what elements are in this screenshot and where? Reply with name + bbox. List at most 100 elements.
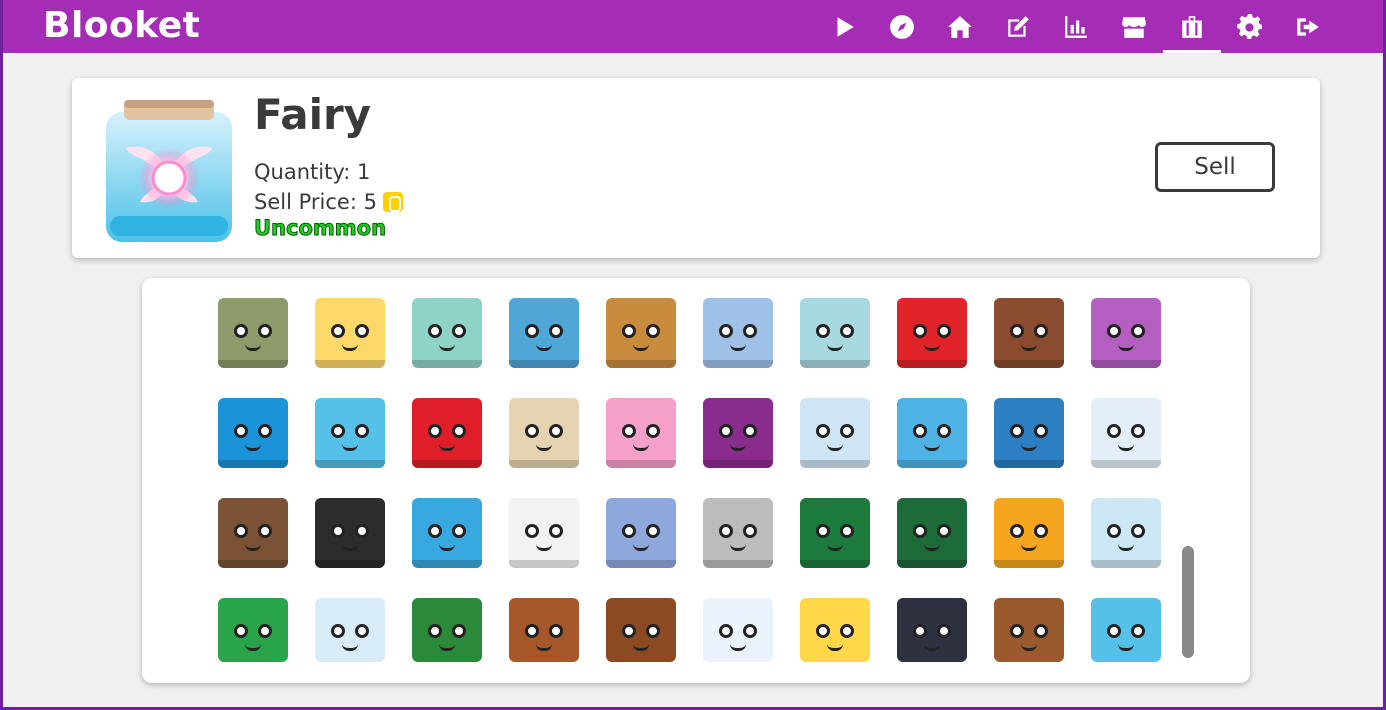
- blook-mouth: [342, 544, 358, 551]
- logout-icon: [1297, 17, 1319, 36]
- blook-eye: [646, 624, 660, 638]
- blook-eye: [622, 424, 636, 438]
- blook-eye: [913, 524, 927, 538]
- blook-frog[interactable]: [315, 398, 385, 468]
- blook-base: [218, 460, 288, 468]
- blook-eye: [743, 524, 757, 538]
- blook-eye: [1010, 624, 1024, 638]
- blook-mouth: [924, 444, 940, 451]
- blook-base: [800, 460, 870, 468]
- blook-mouth: [536, 644, 552, 651]
- blook-eye: [452, 424, 466, 438]
- blook-eye: [549, 624, 563, 638]
- blook-wreath[interactable]: [412, 598, 482, 662]
- blook-santa-claus[interactable]: [800, 598, 870, 662]
- blook-eye: [646, 524, 660, 538]
- blook-lemur[interactable]: [703, 498, 773, 568]
- blook-eye: [743, 424, 757, 438]
- blook-eye: [840, 624, 854, 638]
- blook-clownfish[interactable]: [218, 398, 288, 468]
- blook-eye: [452, 524, 466, 538]
- blook-computer-robot[interactable]: [509, 298, 579, 368]
- blook-eye: [743, 324, 757, 338]
- blook-eye: [816, 324, 830, 338]
- blook-red-robot[interactable]: [897, 298, 967, 368]
- blook-vampire-robot[interactable]: [703, 298, 773, 368]
- blook-eye: [913, 324, 927, 338]
- blook-toaster-robot[interactable]: [218, 298, 288, 368]
- blook-tenrec[interactable]: [315, 498, 385, 568]
- blook-eye: [937, 624, 951, 638]
- blook-snowman[interactable]: [703, 598, 773, 662]
- nav-blooks-button[interactable]: [1163, 0, 1221, 53]
- blook-lion[interactable]: [994, 498, 1064, 568]
- blook-gift[interactable]: [218, 598, 288, 662]
- blook-boot[interactable]: [994, 298, 1064, 368]
- nav-home-button[interactable]: [931, 0, 989, 53]
- blook-brown-lamp[interactable]: [994, 598, 1064, 662]
- scrollbar-thumb[interactable]: [1182, 546, 1194, 658]
- blook-base: [412, 360, 482, 368]
- blook-eye: [331, 424, 345, 438]
- blook-eye: [1034, 524, 1048, 538]
- blook-blue-lamp[interactable]: [897, 598, 967, 662]
- blook-peacock[interactable]: [800, 498, 870, 568]
- blook-jellyfish[interactable]: [1091, 298, 1161, 368]
- blook-baby-shark[interactable]: [897, 398, 967, 468]
- blook-mouth: [439, 444, 455, 451]
- nav-stats-button[interactable]: [1047, 0, 1105, 53]
- nav-settings-button[interactable]: [1221, 0, 1279, 53]
- nav-create-button[interactable]: [989, 0, 1047, 53]
- blook-mouth: [1118, 444, 1134, 451]
- blook-mouth: [245, 644, 261, 651]
- sell-button[interactable]: Sell: [1155, 142, 1275, 192]
- blook-eye: [258, 424, 272, 438]
- blook-sloth[interactable]: [218, 498, 288, 568]
- blook-snow-globe[interactable]: [1091, 498, 1161, 568]
- blook-octopus[interactable]: [703, 398, 773, 468]
- blook-eye: [428, 524, 442, 538]
- blook-angry-robot[interactable]: [412, 298, 482, 368]
- blook-eye: [355, 624, 369, 638]
- blook-pink-frog[interactable]: [1091, 598, 1161, 662]
- blook-eye: [428, 624, 442, 638]
- blook-eye: [1034, 624, 1048, 638]
- blook-panda[interactable]: [1091, 398, 1161, 468]
- blook-base: [606, 360, 676, 368]
- blook-chameleon[interactable]: [897, 498, 967, 568]
- edit-icon: [1008, 15, 1029, 37]
- blook-mouth: [730, 344, 746, 351]
- blook-mustache-robot[interactable]: [606, 298, 676, 368]
- blook-blobfish[interactable]: [606, 398, 676, 468]
- blook-flamingo[interactable]: [412, 498, 482, 568]
- blook-zebra[interactable]: [509, 498, 579, 568]
- nav-discover-button[interactable]: [873, 0, 931, 53]
- blook-hot-chocolate[interactable]: [315, 598, 385, 662]
- blook-eye: [1034, 324, 1048, 338]
- blook-mouth: [1021, 344, 1037, 351]
- sell-price-row: Sell Price: 5: [254, 190, 403, 214]
- nav-play-button[interactable]: [815, 0, 873, 53]
- blook-gingerbread-house[interactable]: [606, 598, 676, 662]
- blook-brain-robot[interactable]: [800, 298, 870, 368]
- blook-crab[interactable]: [412, 398, 482, 468]
- blook-eye: [816, 524, 830, 538]
- blook-base: [703, 560, 773, 568]
- blook-gingerbread-man[interactable]: [509, 598, 579, 662]
- nav-logout-button[interactable]: [1279, 0, 1337, 53]
- blook-elephant[interactable]: [606, 498, 676, 568]
- blook-eye: [549, 324, 563, 338]
- nav-market-button[interactable]: [1105, 0, 1163, 53]
- app-frame: Blooket Fairy Quantity: 1 Sell Price: 5 …: [3, 0, 1383, 707]
- blook-pufferfish[interactable]: [509, 398, 579, 468]
- quantity-label: Quantity: 1: [254, 160, 371, 184]
- blook-narwhal[interactable]: [800, 398, 870, 468]
- blook-mouth: [827, 344, 843, 351]
- app-logo[interactable]: Blooket: [43, 5, 200, 46]
- blook-mouth: [439, 644, 455, 651]
- blook-megalodon[interactable]: [994, 398, 1064, 468]
- blook-mouth: [536, 344, 552, 351]
- blook-love-bot[interactable]: [315, 298, 385, 368]
- blook-base: [412, 560, 482, 568]
- blook-eye: [234, 324, 248, 338]
